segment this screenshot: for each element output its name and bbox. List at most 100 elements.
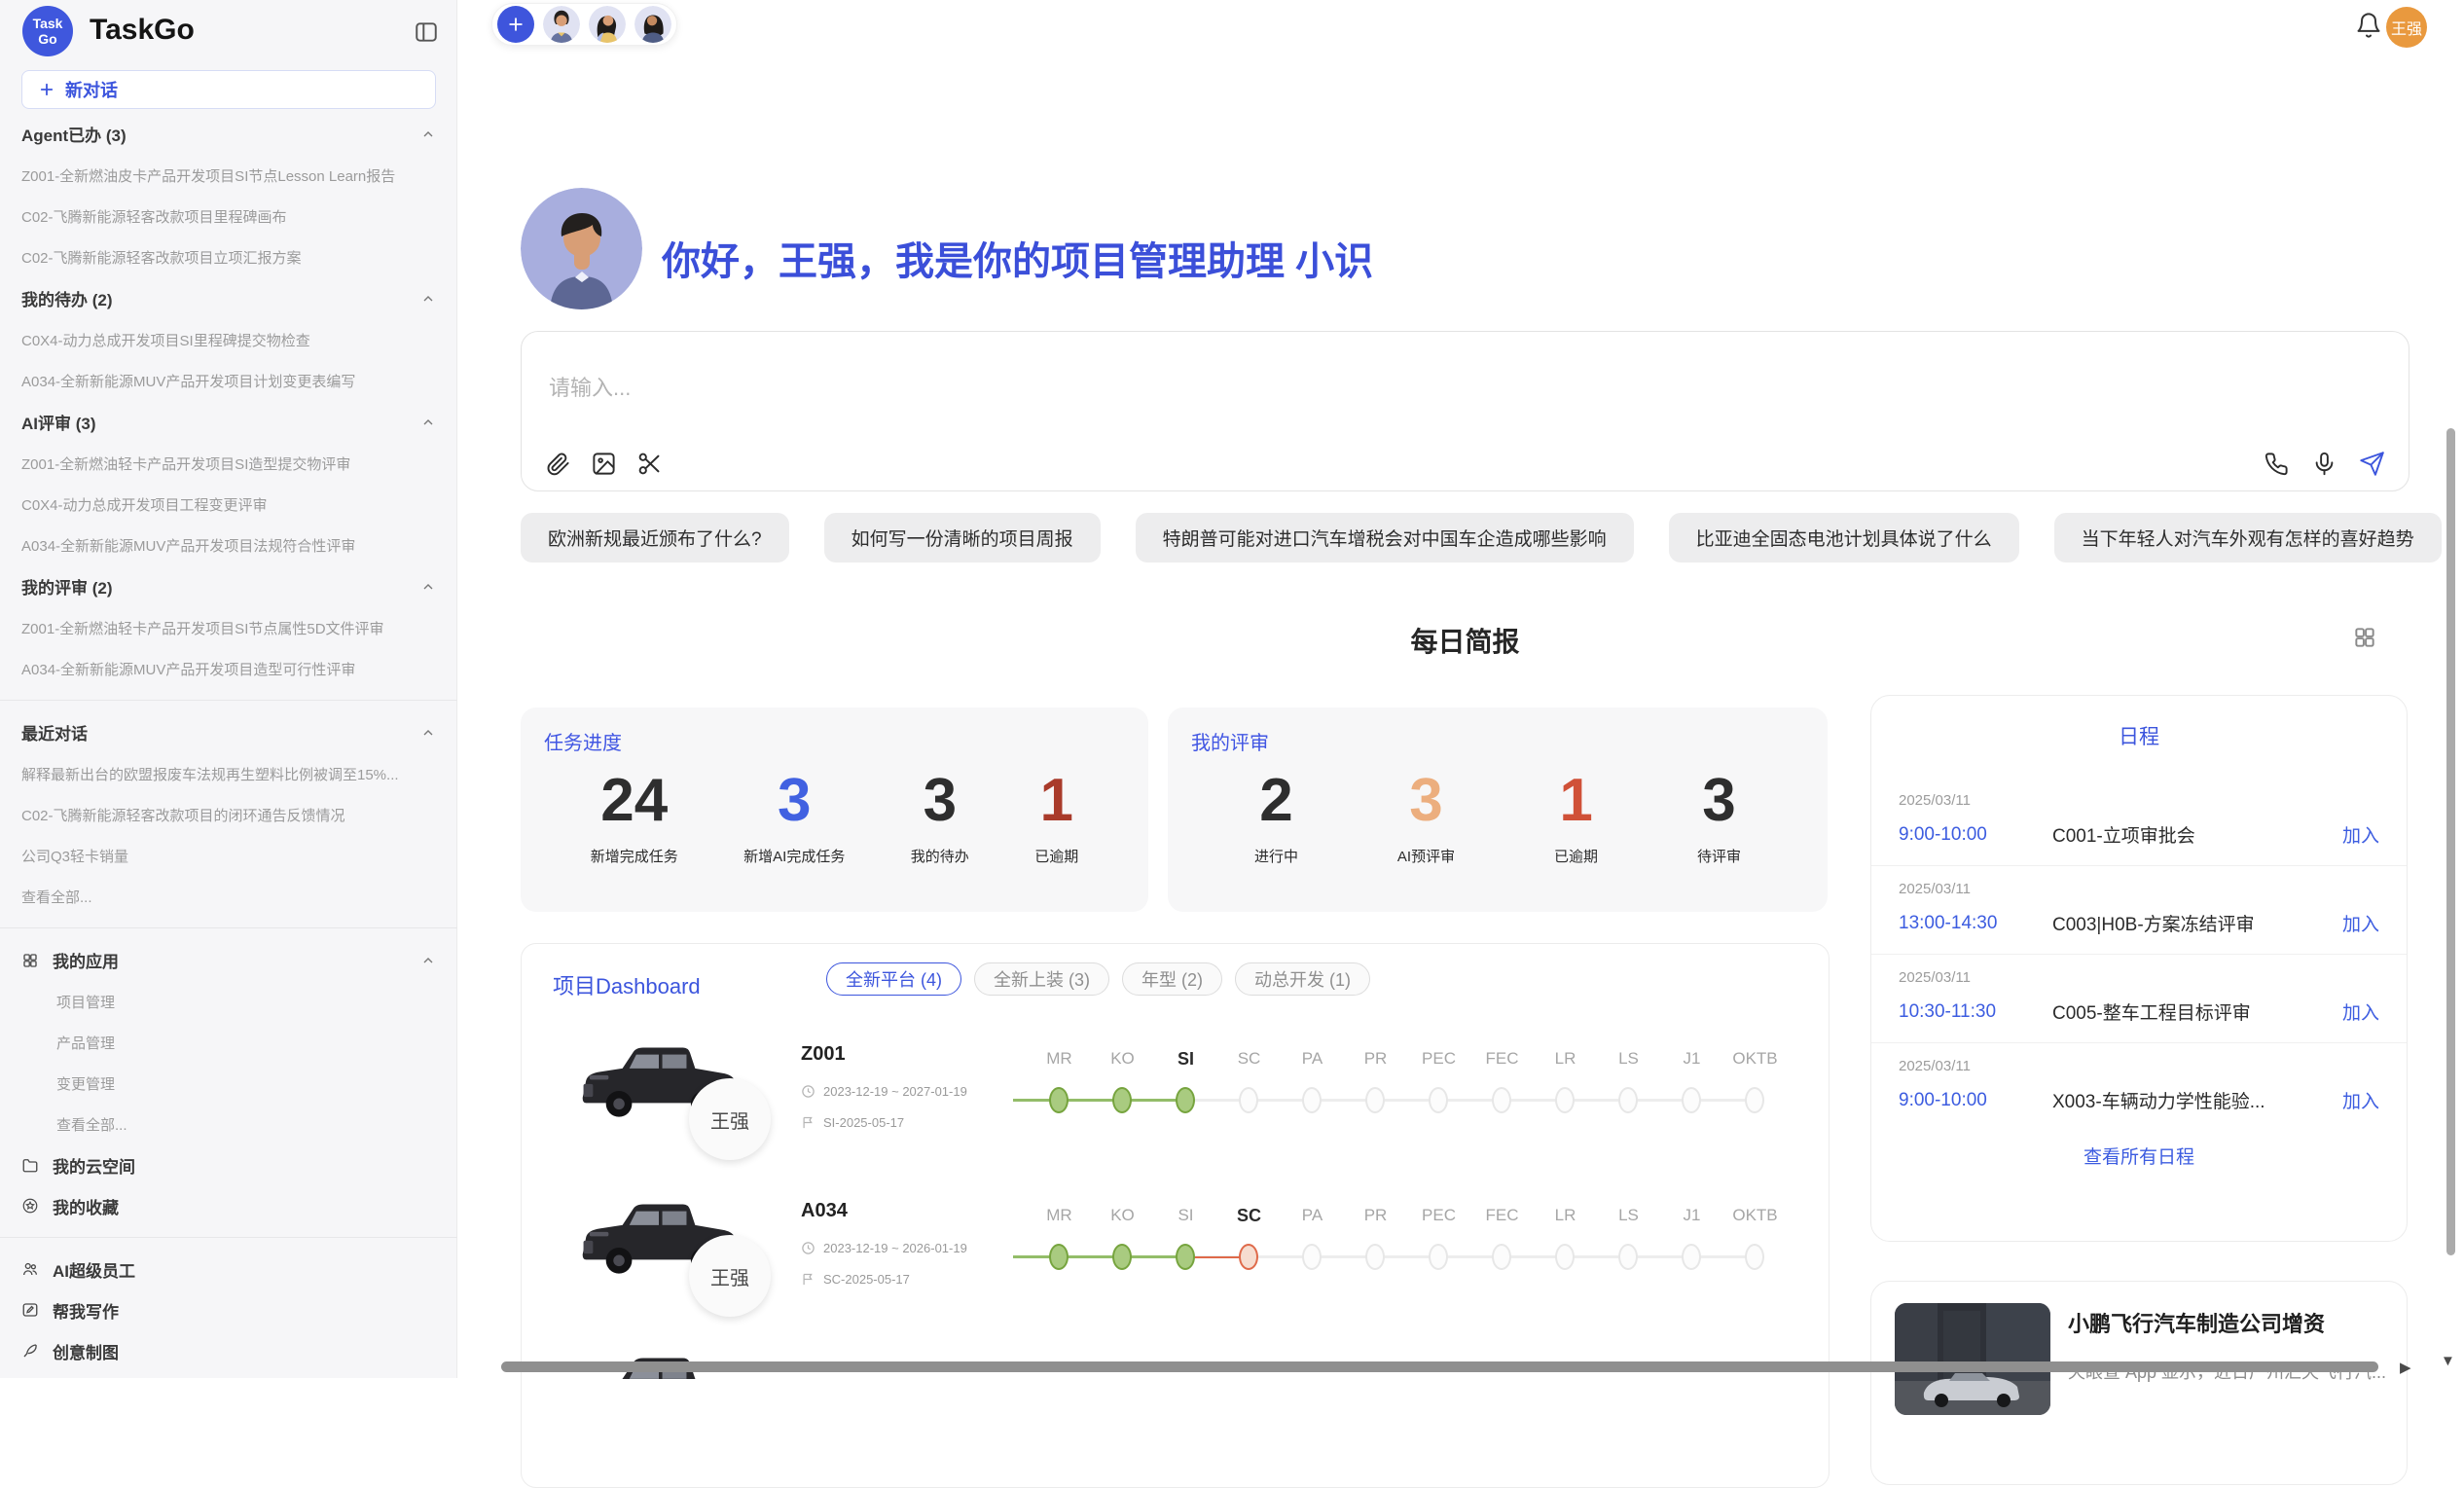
milestone-dot[interactable] [1682,1087,1701,1113]
milestone-dot[interactable] [1239,1087,1258,1113]
milestone-dot[interactable] [1745,1244,1764,1270]
sidebar-item[interactable]: C0X4-动力总成开发项目SI里程碑提交物检查 [0,319,457,360]
user-avatar[interactable]: 王强 [2386,7,2427,48]
milestone-dot[interactable] [1429,1087,1448,1113]
chevron-up-icon[interactable] [420,579,436,595]
milestone-dot[interactable] [1618,1087,1638,1113]
section-my-review[interactable]: 我的评审 (2) [0,565,457,607]
sidebar-item-creative-drawing[interactable]: 创意制图 [0,1330,457,1371]
voice-call-icon[interactable] [2264,451,2290,477]
vertical-scrollbar-thumb[interactable] [2446,428,2455,1255]
send-icon[interactable] [2359,451,2385,477]
attachment-icon[interactable] [545,451,571,477]
milestone-timeline: MRKOSISCPAPRPECFECLRLSJ1OKTB [1028,1049,1796,1116]
notification-bell-icon[interactable] [2355,12,2382,39]
sidebar-item[interactable]: A034-全新新能源MUV产品开发项目法规符合性评审 [0,525,457,565]
section-ai-review[interactable]: AI评审 (3) [0,401,457,443]
assistant-avatar-1[interactable] [543,6,580,43]
join-link[interactable]: 加入 [2342,821,2379,848]
milestone-dot-done[interactable] [1112,1244,1132,1270]
sidebar-item-favorites[interactable]: 我的收藏 [0,1185,457,1226]
milestone-dot[interactable] [1555,1244,1575,1270]
sidebar-item[interactable]: Z001-全新燃油皮卡产品开发项目SI节点Lesson Learn报告 [0,155,457,196]
milestone-dot-done[interactable] [1049,1087,1069,1113]
milestone-dot-done[interactable] [1049,1244,1069,1270]
section-my-apps[interactable]: 我的应用 [0,939,457,981]
tab-new-platform[interactable]: 全新平台 (4) [826,962,961,996]
chevron-up-icon[interactable] [420,725,436,741]
recent-view-all[interactable]: 查看全部... [0,876,457,917]
milestone-dot[interactable] [1365,1087,1385,1113]
section-my-todo[interactable]: 我的待办 (2) [0,277,457,319]
section-title: 我的应用 [53,948,119,972]
milestone-dot-alert[interactable] [1239,1244,1258,1270]
tab-year-model[interactable]: 年型 (2) [1122,962,1222,996]
new-chat-button[interactable]: 新对话 [21,70,436,109]
recent-chat-item[interactable]: 解释最新出台的欧盟报废车法规再生塑料比例被调至15%... [0,753,457,794]
suggestion-chip[interactable]: 当下年轻人对汽车外观有怎样的喜好趋势 [2054,513,2442,563]
recent-chat-item[interactable]: 公司Q3轻卡销量 [0,835,457,876]
milestone-dot[interactable] [1302,1087,1322,1113]
chevron-up-icon[interactable] [420,291,436,307]
sidebar-item[interactable]: C02-飞腾新能源轻客改款项目立项汇报方案 [0,236,457,277]
suggestion-chip[interactable]: 比亚迪全固态电池计划具体说了什么 [1669,513,2019,563]
app-item-change-mgmt[interactable]: 变更管理 [0,1063,457,1104]
milestone-dot[interactable] [1302,1244,1322,1270]
image-upload-icon[interactable] [591,451,617,477]
tab-powertrain[interactable]: 动总开发 (1) [1235,962,1370,996]
milestone-dot[interactable] [1682,1244,1701,1270]
join-link[interactable]: 加入 [2342,910,2379,936]
sidebar-item-cloud-space[interactable]: 我的云空间 [0,1144,457,1185]
sidebar-item-ai-super-staff[interactable]: AI超级员工 [0,1249,457,1289]
project-row-z001[interactable]: 王强 Z001 2023-12-19 ~ 2027-01-19 SI-2025-… [522,1035,1830,1181]
project-name: Z001 [801,1043,846,1066]
sidebar-collapse-icon[interactable] [414,19,439,45]
scroll-down-arrow[interactable]: ▼ [2441,1353,2455,1369]
sidebar-item[interactable]: A034-全新新能源MUV产品开发项目计划变更表编写 [0,360,457,401]
milestone-dot[interactable] [1365,1244,1385,1270]
stat-pending-review: 3 待评审 [1697,769,1741,866]
sidebar-item[interactable]: Z001-全新燃油轻卡产品开发项目SI节点属性5D文件评审 [0,607,457,648]
chevron-up-icon[interactable] [420,415,436,430]
milestone-dot[interactable] [1618,1244,1638,1270]
tab-new-body[interactable]: 全新上装 (3) [974,962,1109,996]
layout-grid-icon[interactable] [2352,625,2377,650]
milestone-dot[interactable] [1745,1087,1764,1113]
sidebar-item[interactable]: Z001-全新燃油轻卡产品开发项目SI造型提交物评审 [0,443,457,484]
join-link[interactable]: 加入 [2342,1087,2379,1113]
suggestion-chip[interactable]: 欧洲新规最近颁布了什么? [521,513,789,563]
milestone-dot-done[interactable] [1176,1244,1195,1270]
milestone-dot-done[interactable] [1176,1087,1195,1113]
section-agent-done[interactable]: Agent已办 (3) [0,113,457,155]
section-recent-chats[interactable]: 最近对话 [0,711,457,753]
sidebar-item[interactable]: A034-全新新能源MUV产品开发项目造型可行性评审 [0,648,457,689]
chevron-up-icon[interactable] [420,127,436,142]
scroll-right-arrow[interactable]: ▶ [2400,1359,2411,1376]
project-row-a034[interactable]: 王强 A034 2023-12-19 ~ 2026-01-19 SC-2025-… [522,1192,1830,1338]
news-card[interactable]: 小鹏飞行汽车制造公司增资 天眼查 App 显示，近日广州汇天飞行汽... [1870,1281,2408,1485]
apps-view-all[interactable]: 查看全部... [0,1104,457,1144]
sidebar-item[interactable]: C0X4-动力总成开发项目工程变更评审 [0,484,457,525]
join-link[interactable]: 加入 [2342,998,2379,1025]
app-item-product-mgmt[interactable]: 产品管理 [0,1022,457,1063]
milestone-dot[interactable] [1492,1244,1511,1270]
assistant-avatar-2[interactable] [589,6,626,43]
sidebar-item-help-me-write[interactable]: 帮我写作 [0,1289,457,1330]
screenshot-scissors-icon[interactable] [636,451,663,477]
chat-input[interactable] [549,371,2106,419]
app-item-project-mgmt[interactable]: 项目管理 [0,981,457,1022]
horizontal-scrollbar-thumb[interactable] [501,1361,2378,1372]
add-assistant-button[interactable] [497,6,534,43]
microphone-icon[interactable] [2311,451,2337,477]
assistant-avatar-3[interactable] [634,6,671,43]
milestone-dot[interactable] [1492,1087,1511,1113]
milestone-dot[interactable] [1429,1244,1448,1270]
view-all-schedule-link[interactable]: 查看所有日程 [1871,1143,2407,1169]
suggestion-chip[interactable]: 如何写一份清晰的项目周报 [824,513,1101,563]
chevron-up-icon[interactable] [420,953,436,968]
recent-chat-item[interactable]: C02-飞腾新能源轻客改款项目的闭环通告反馈情况 [0,794,457,835]
sidebar-item[interactable]: C02-飞腾新能源轻客改款项目里程碑画布 [0,196,457,236]
milestone-dot[interactable] [1555,1087,1575,1113]
milestone-dot-done[interactable] [1112,1087,1132,1113]
suggestion-chip[interactable]: 特朗普可能对进口汽车增税会对中国车企造成哪些影响 [1136,513,1634,563]
